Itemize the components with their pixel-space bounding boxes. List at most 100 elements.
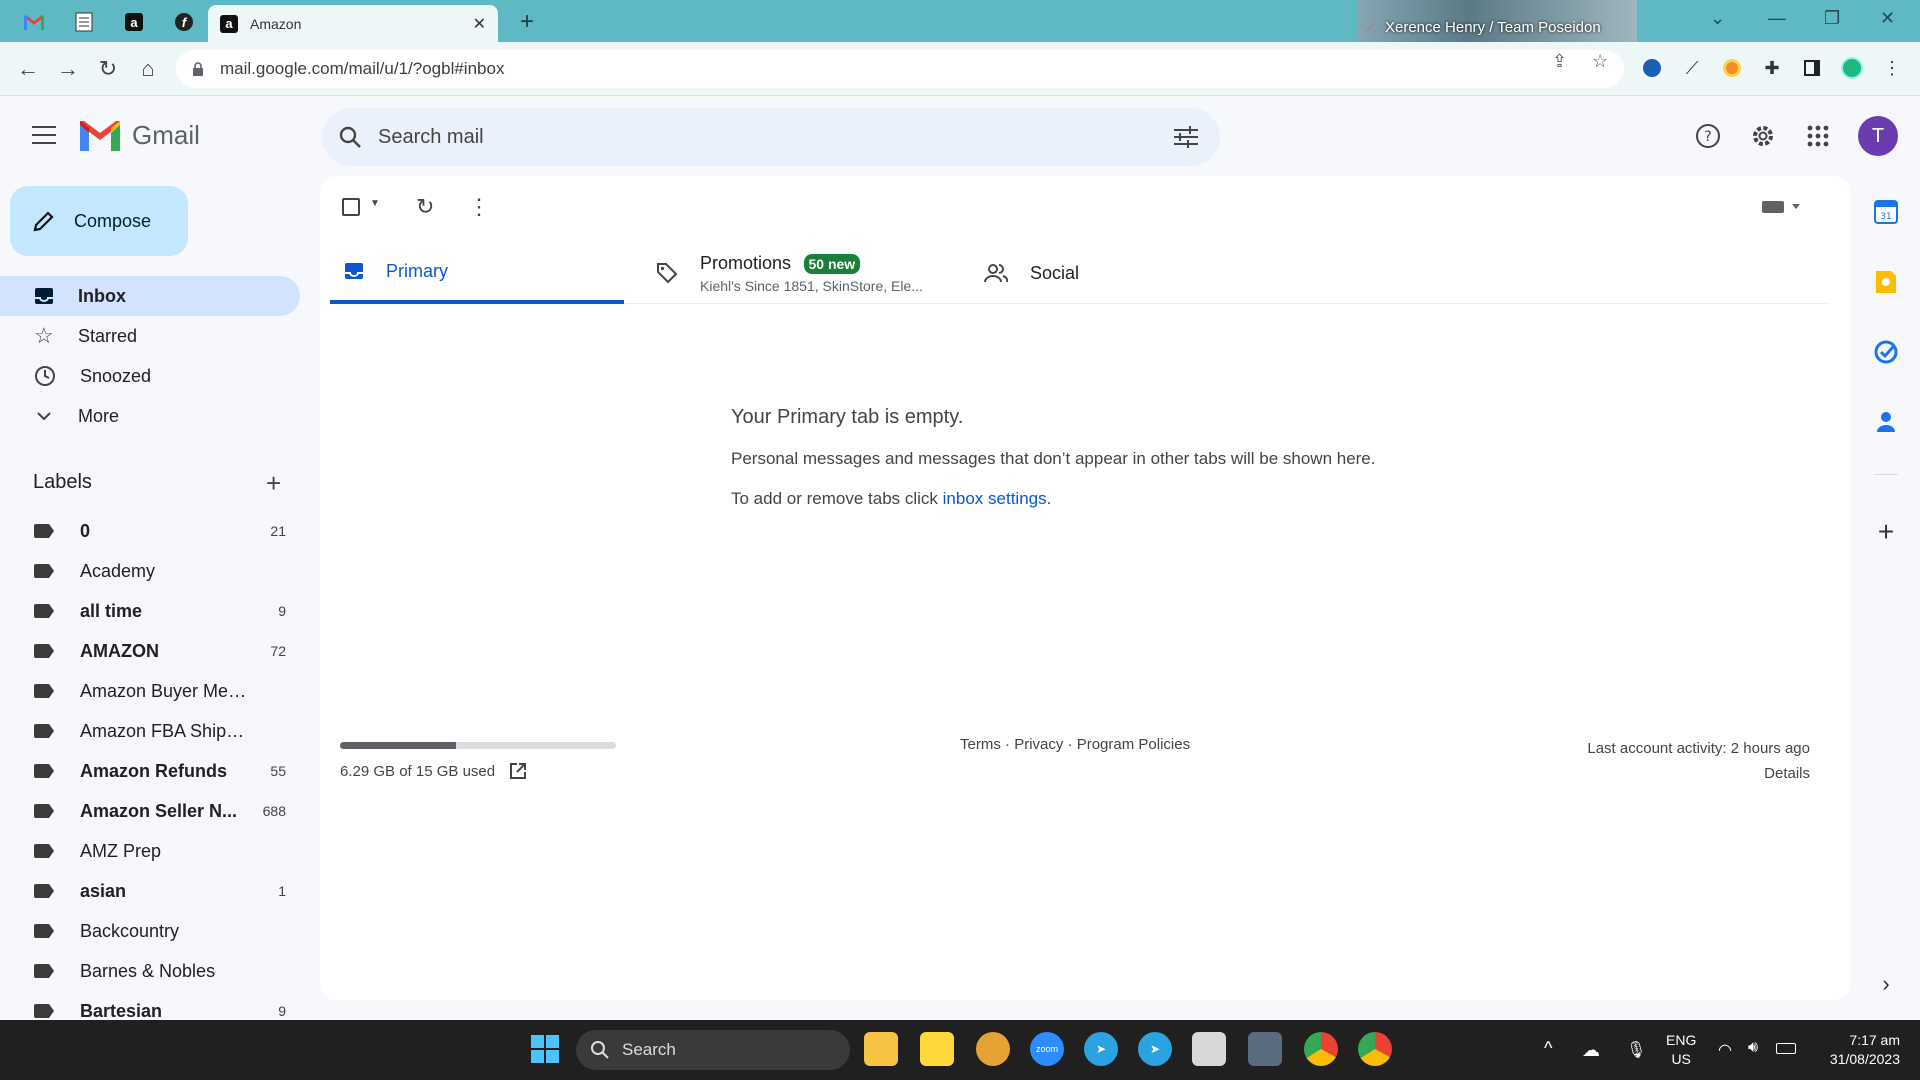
label-item[interactable]: Amazon Buyer Message bbox=[0, 671, 300, 711]
reload-button[interactable]: ↻ bbox=[94, 56, 122, 82]
video-participant-name: Xerence Henry / Team Poseidon bbox=[1385, 19, 1601, 36]
back-button[interactable]: ← bbox=[14, 56, 42, 82]
snipping-tool-icon[interactable] bbox=[1192, 1032, 1226, 1066]
label-item[interactable]: AMZ Prep bbox=[0, 831, 300, 871]
volume-icon[interactable]: 🔊︎ bbox=[1748, 1039, 1758, 1057]
sidebar-item-starred[interactable]: ☆ Starred bbox=[0, 316, 300, 356]
label-item[interactable]: Amazon Refunds 55 bbox=[0, 751, 300, 791]
tab-sheets[interactable] bbox=[64, 6, 104, 38]
inbox-settings-link[interactable]: inbox settings bbox=[943, 489, 1047, 508]
more-options-icon[interactable]: ⋮ bbox=[468, 194, 490, 220]
mascot-app-icon[interactable] bbox=[976, 1032, 1010, 1066]
calculator-icon[interactable] bbox=[1248, 1032, 1282, 1066]
details-link[interactable]: Details bbox=[1587, 761, 1810, 786]
tab-search-chevron-icon[interactable]: ⌄ bbox=[1710, 8, 1725, 29]
minimize-button[interactable]: — bbox=[1768, 8, 1786, 29]
calendar-icon[interactable]: 31 bbox=[1872, 198, 1900, 226]
language-indicator[interactable]: ENG US bbox=[1666, 1031, 1696, 1069]
google-apps-icon[interactable] bbox=[1802, 120, 1834, 152]
label-tag-icon bbox=[34, 604, 54, 618]
gmail-logo[interactable]: Gmail bbox=[80, 120, 200, 151]
search-options-icon[interactable] bbox=[1174, 126, 1198, 148]
label-item[interactable]: Backcountry bbox=[0, 911, 300, 951]
search-bar[interactable] bbox=[322, 108, 1220, 166]
tab-gmail[interactable] bbox=[14, 6, 54, 38]
telegram-icon[interactable]: ➤ bbox=[1084, 1032, 1118, 1066]
close-tab-icon[interactable]: ✕ bbox=[473, 14, 486, 34]
label-item[interactable]: AMAZON 72 bbox=[0, 631, 300, 671]
sidebar-item-snoozed[interactable]: Snoozed bbox=[0, 356, 300, 396]
extension-3-icon[interactable] bbox=[1720, 56, 1744, 80]
tasks-icon[interactable] bbox=[1872, 338, 1900, 366]
wifi-icon[interactable]: ◠ bbox=[1718, 1040, 1732, 1060]
tab-promotions[interactable]: Promotions 50 new Kiehl's Since 1851, Sk… bbox=[656, 242, 956, 304]
tab-amazon-2[interactable]: a bbox=[114, 6, 154, 38]
refresh-icon[interactable]: ↻ bbox=[416, 194, 434, 220]
program-policies-link[interactable]: Program Policies bbox=[1077, 736, 1190, 753]
sticky-notes-icon[interactable] bbox=[920, 1032, 954, 1066]
video-call-tile[interactable]: ⟋ Xerence Henry / Team Poseidon bbox=[1357, 0, 1637, 42]
select-all-checkbox[interactable] bbox=[342, 198, 360, 221]
chrome-profile-icon[interactable] bbox=[1358, 1032, 1392, 1066]
promotions-senders: Kiehl's Since 1851, SkinStore, Ele... bbox=[700, 277, 923, 294]
close-window-button[interactable]: ✕ bbox=[1880, 8, 1895, 29]
file-explorer-icon[interactable] bbox=[864, 1032, 898, 1066]
chrome-icon[interactable] bbox=[1304, 1032, 1338, 1066]
contacts-icon[interactable] bbox=[1872, 408, 1900, 436]
onedrive-icon[interactable]: ☁ bbox=[1582, 1040, 1600, 1061]
sidebar-item-more[interactable]: More bbox=[0, 396, 300, 436]
sidebar-item-label: Inbox bbox=[78, 285, 126, 306]
label-item[interactable]: Academy bbox=[0, 551, 300, 591]
search-icon[interactable] bbox=[338, 125, 362, 149]
show-side-panel-icon[interactable]: › bbox=[1872, 970, 1900, 998]
main-menu-icon[interactable] bbox=[32, 126, 56, 150]
clock[interactable]: 7:17 am 31/08/2023 bbox=[1810, 1031, 1900, 1069]
label-item[interactable]: Barnes & Nobles bbox=[0, 951, 300, 991]
label-item[interactable]: Amazon Seller N... 688 bbox=[0, 791, 300, 831]
get-addons-icon[interactable]: + bbox=[1872, 516, 1900, 547]
label-name: Amazon Seller N... bbox=[80, 800, 238, 821]
home-button[interactable]: ⌂ bbox=[134, 56, 162, 82]
label-item[interactable]: all time 9 bbox=[0, 591, 300, 631]
search-input[interactable] bbox=[378, 125, 1078, 149]
tab-fiverr[interactable]: f bbox=[164, 6, 204, 38]
battery-icon[interactable] bbox=[1776, 1041, 1796, 1057]
settings-gear-icon[interactable] bbox=[1747, 120, 1779, 152]
label-item[interactable]: Amazon FBA Shipments bbox=[0, 711, 300, 751]
keyboard-input-icon[interactable] bbox=[1762, 200, 1802, 219]
zoom-icon[interactable]: zoom bbox=[1030, 1032, 1064, 1066]
add-label-button[interactable]: + bbox=[266, 468, 281, 499]
keep-icon[interactable] bbox=[1872, 268, 1900, 296]
taskbar-search[interactable]: Search bbox=[576, 1030, 850, 1070]
windows-start-icon[interactable] bbox=[528, 1032, 562, 1066]
label-item[interactable]: 0 21 bbox=[0, 511, 300, 551]
extension-2-icon[interactable]: ⟋ bbox=[1680, 56, 1704, 80]
address-bar[interactable]: mail.google.com/mail/u/1/?ogbl#inbox bbox=[176, 50, 1624, 88]
terms-link[interactable]: Terms bbox=[960, 736, 1001, 753]
tab-primary[interactable]: Primary bbox=[330, 242, 624, 304]
bookmark-star-icon[interactable]: ☆ bbox=[1592, 51, 1608, 72]
extension-1-icon[interactable] bbox=[1640, 56, 1664, 80]
microphone-icon[interactable]: 🎙︎ bbox=[1626, 1040, 1646, 1060]
privacy-link[interactable]: Privacy bbox=[1014, 736, 1063, 753]
browser-menu-icon[interactable]: ⋮ bbox=[1880, 56, 1904, 80]
svg-text:31: 31 bbox=[1880, 212, 1891, 222]
sidebar-item-inbox[interactable]: Inbox bbox=[0, 276, 300, 316]
extensions-puzzle-icon[interactable]: ✚ bbox=[1760, 56, 1784, 80]
compose-button[interactable]: Compose bbox=[10, 186, 188, 256]
tab-social[interactable]: Social bbox=[984, 242, 1284, 304]
help-icon[interactable]: ? bbox=[1692, 120, 1724, 152]
restore-button[interactable]: ❐ bbox=[1824, 8, 1840, 29]
select-dropdown-icon[interactable]: ▼ bbox=[370, 198, 380, 209]
label-item[interactable]: asian 1 bbox=[0, 871, 300, 911]
profile-icon[interactable] bbox=[1840, 56, 1864, 80]
account-avatar[interactable]: T bbox=[1858, 116, 1898, 156]
telegram-2-icon[interactable]: ➤ bbox=[1138, 1032, 1172, 1066]
new-tab-button[interactable]: + bbox=[520, 8, 534, 36]
forward-button[interactable]: → bbox=[54, 56, 82, 82]
open-external-icon[interactable] bbox=[509, 762, 527, 780]
share-icon[interactable]: ⇪ bbox=[1552, 51, 1567, 72]
tray-overflow-icon[interactable]: ^ bbox=[1544, 1038, 1552, 1059]
side-panel-icon[interactable] bbox=[1800, 56, 1824, 80]
tab-amazon-active[interactable]: a Amazon ✕ bbox=[208, 5, 498, 42]
